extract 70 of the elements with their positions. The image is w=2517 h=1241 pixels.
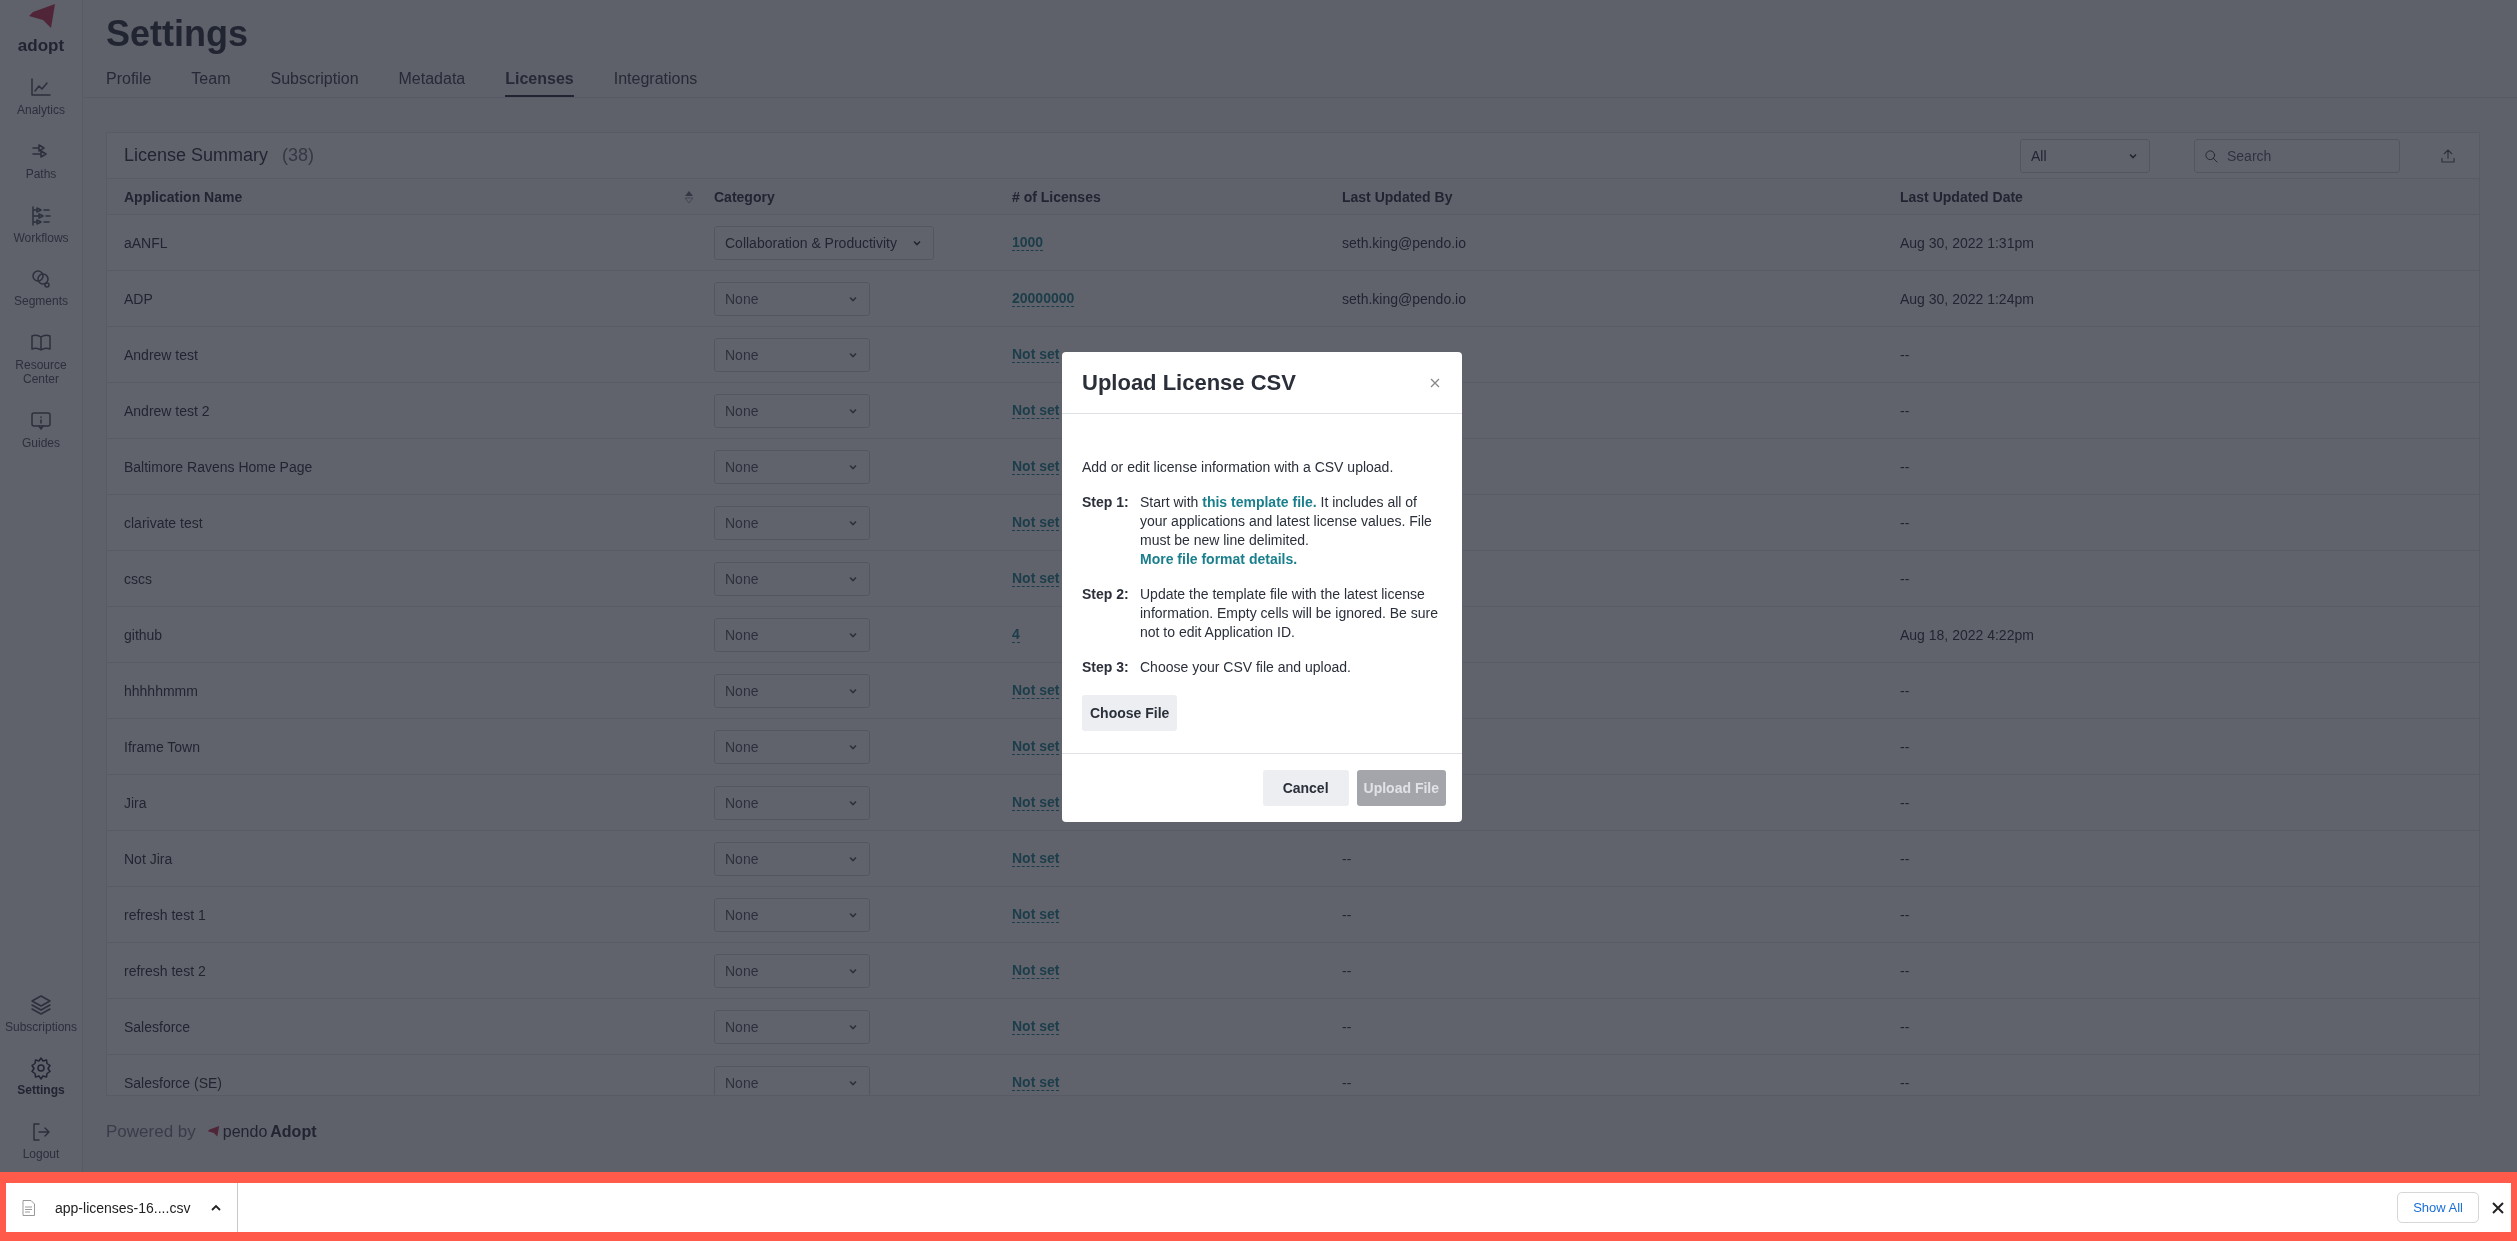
table-cell-text: -- <box>1900 1018 1911 1035</box>
table-cell-text: github <box>124 626 164 643</box>
show-all-button[interactable]: Show All <box>2397 1192 2479 1223</box>
card-title: License Summary <box>124 145 269 166</box>
column-header: Last Updated Date <box>1900 188 2024 205</box>
column-header[interactable]: Application Name <box>124 188 243 205</box>
table-cell-text: ADP <box>124 290 154 307</box>
column-header: Last Updated By <box>1342 188 1454 205</box>
table-cell-text: Andrew test 2 <box>124 402 211 419</box>
table-cell-text: -- <box>1900 906 1911 923</box>
table-cell-text: -- <box>1900 962 1911 979</box>
table-cell-text: -- <box>1342 1018 1353 1035</box>
table-cell-text: Salesforce (SE) <box>124 1074 224 1091</box>
table-cell-text: -- <box>1900 682 1911 699</box>
step-label: Step 1: <box>1082 493 1130 512</box>
table-cell-text: -- <box>1900 458 1911 475</box>
intro-text: Add or edit license information with a CSV upload. <box>1082 458 1395 477</box>
step-text: Update the template file with the latest license information. Empty cells will be ignored. Be sure not to edit Application ID. <box>1140 585 1440 642</box>
dialog-button[interactable]: Cancel <box>1262 770 1349 806</box>
table-cell-text: Jira <box>124 794 148 811</box>
text-link[interactable]: More file format details. <box>1140 551 1298 567</box>
table-cell-text: aANFL <box>124 234 169 251</box>
column-header: # of Licenses <box>1012 188 1102 205</box>
choose-file-button[interactable]: Choose File <box>1082 695 1178 731</box>
tab[interactable]: Team <box>191 70 231 97</box>
table-cell-text: -- <box>1900 850 1911 867</box>
table-cell-text: hhhhhmmm <box>124 682 199 699</box>
tab[interactable]: Profile <box>106 70 152 97</box>
table-cell-text: seth.king@pendo.io <box>1342 234 1467 251</box>
table-cell-text: -- <box>1342 906 1353 923</box>
table-cell-text: -- <box>1900 402 1911 419</box>
table-cell-text: Iframe Town <box>124 738 201 755</box>
table-cell-text: -- <box>1900 1074 1911 1091</box>
table-cell-text: -- <box>1900 346 1911 363</box>
file-icon <box>22 1199 35 1216</box>
table-cell-text: Aug 18, 2022 4:22pm <box>1900 626 2035 643</box>
table-cell-text: refresh test 1 <box>124 906 207 923</box>
table-cell-text: refresh test 2 <box>124 962 207 979</box>
text-link[interactable]: this template file. <box>1202 494 1317 510</box>
step-text: Start with this template file. It includes all of your applications and latest license values. File must be new line delimited. More file format details. <box>1140 493 1433 569</box>
tab[interactable]: Subscription <box>270 70 359 97</box>
table-cell-text: -- <box>1900 514 1911 531</box>
file-name[interactable]: app-licenses-16....csv <box>55 1199 191 1216</box>
table-cell-text: Andrew test <box>124 346 199 363</box>
page-title: Settings <box>106 12 249 56</box>
logo-text: adopt <box>17 36 65 56</box>
table-cell-text: Aug 30, 2022 1:31pm <box>1900 234 2035 251</box>
table-cell-text: -- <box>1900 738 1911 755</box>
dialog-title: Upload License CSV <box>1082 369 1296 396</box>
step-text: Choose your CSV file and upload. <box>1140 658 1352 677</box>
table-cell-text: -- <box>1342 850 1353 867</box>
table-cell-text: -- <box>1900 570 1911 587</box>
step-label: Step 3: <box>1082 658 1130 677</box>
table-cell-text: -- <box>1900 794 1911 811</box>
tab[interactable]: Metadata <box>398 70 466 97</box>
table-cell-text: -- <box>1342 962 1353 979</box>
brand-text: pendo <box>222 1123 268 1141</box>
table-cell-text: Salesforce <box>124 1018 192 1035</box>
product-text: Adopt <box>270 1123 317 1141</box>
table-cell-text: cscs <box>124 570 153 587</box>
table-cell-text: seth.king@pendo.io <box>1342 290 1467 307</box>
table-cell-text: Aug 30, 2022 1:24pm <box>1900 290 2035 307</box>
close-icon[interactable] <box>2491 1200 2505 1215</box>
table-cell-text: -- <box>1342 1074 1353 1091</box>
tab[interactable]: Integrations <box>613 70 698 97</box>
table-cell-text: Baltimore Ravens Home Page <box>124 458 314 475</box>
column-header: Category <box>714 188 776 205</box>
table-cell-text: Not Jira <box>124 850 174 867</box>
step-label: Step 2: <box>1082 585 1130 604</box>
table-cell-text: clarivate test <box>124 514 204 531</box>
